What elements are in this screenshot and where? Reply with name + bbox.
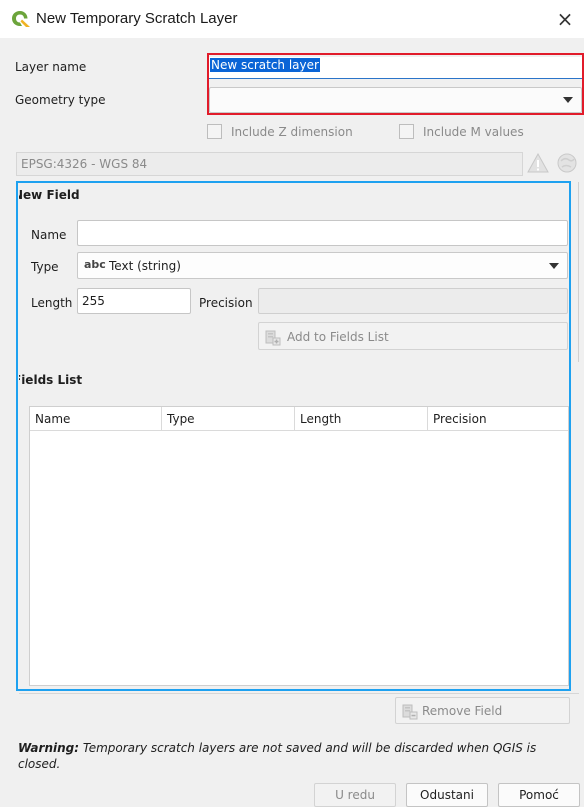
warning-text: Temporary scratch layers are not saved a…	[18, 741, 537, 771]
include-m-checkbox[interactable]	[399, 124, 414, 139]
add-to-fields-list-button[interactable]: Add to Fields List	[258, 322, 568, 350]
add-to-fields-list-label: Add to Fields List	[287, 330, 389, 344]
new-field-heading: New Field	[19, 188, 80, 202]
chevron-down-icon	[563, 97, 573, 103]
field-type-label: Type	[31, 260, 59, 274]
field-length-input[interactable]: 255	[77, 288, 191, 314]
crs-value: EPSG:4326 - WGS 84	[21, 157, 148, 171]
crs-selector[interactable]: EPSG:4326 - WGS 84	[16, 152, 523, 176]
geometry-type-label: Geometry type	[15, 93, 106, 107]
column-header-length[interactable]: Length	[295, 407, 428, 431]
geometry-type-combo[interactable]	[209, 87, 582, 113]
field-name-input[interactable]	[77, 220, 568, 246]
crs-globe-icon[interactable]	[556, 152, 580, 174]
field-precision-label: Precision	[199, 296, 253, 310]
layer-name-input[interactable]: New scratch layer	[207, 57, 582, 79]
window-title: New Temporary Scratch Layer	[36, 10, 238, 27]
help-button[interactable]: Pomoć	[498, 783, 580, 807]
group-divider	[578, 182, 579, 362]
warning-icon	[527, 153, 549, 173]
layer-name-value: New scratch layer	[210, 58, 320, 72]
warning-message: Warning: Temporary scratch layers are no…	[18, 740, 578, 772]
chevron-down-icon	[549, 262, 559, 269]
close-button[interactable]: ×	[550, 6, 580, 32]
cancel-button[interactable]: Odustani	[406, 783, 488, 807]
fields-table[interactable]: Name Type Length Precision	[29, 406, 569, 686]
field-type-value: Text (string)	[109, 259, 181, 273]
qgis-logo-icon	[12, 11, 30, 27]
remove-field-button[interactable]: Remove Field	[395, 697, 570, 724]
field-type-combo[interactable]: abc Text (string)	[77, 252, 568, 279]
remove-field-label: Remove Field	[422, 704, 503, 718]
group-divider	[19, 693, 579, 694]
field-precision-input[interactable]	[258, 288, 568, 314]
include-z-label: Include Z dimension	[231, 125, 353, 139]
column-header-precision[interactable]: Precision	[428, 407, 568, 431]
column-header-type[interactable]: Type	[162, 407, 295, 431]
warning-title: Warning:	[18, 741, 80, 755]
layer-name-label: Layer name	[15, 60, 87, 74]
text-type-icon: abc	[84, 258, 106, 271]
add-field-icon	[265, 330, 281, 346]
include-z-checkbox[interactable]	[207, 124, 222, 139]
fields-list-heading: Fields List	[19, 373, 83, 387]
ok-button[interactable]: U redu	[314, 783, 396, 807]
remove-field-icon	[402, 704, 418, 720]
field-length-value: 255	[82, 294, 105, 308]
include-m-label: Include M values	[423, 125, 524, 139]
field-name-label: Name	[31, 228, 67, 242]
table-header: Name Type Length Precision	[30, 407, 568, 431]
column-header-name[interactable]: Name	[30, 407, 162, 431]
field-length-label: Length	[31, 296, 73, 310]
